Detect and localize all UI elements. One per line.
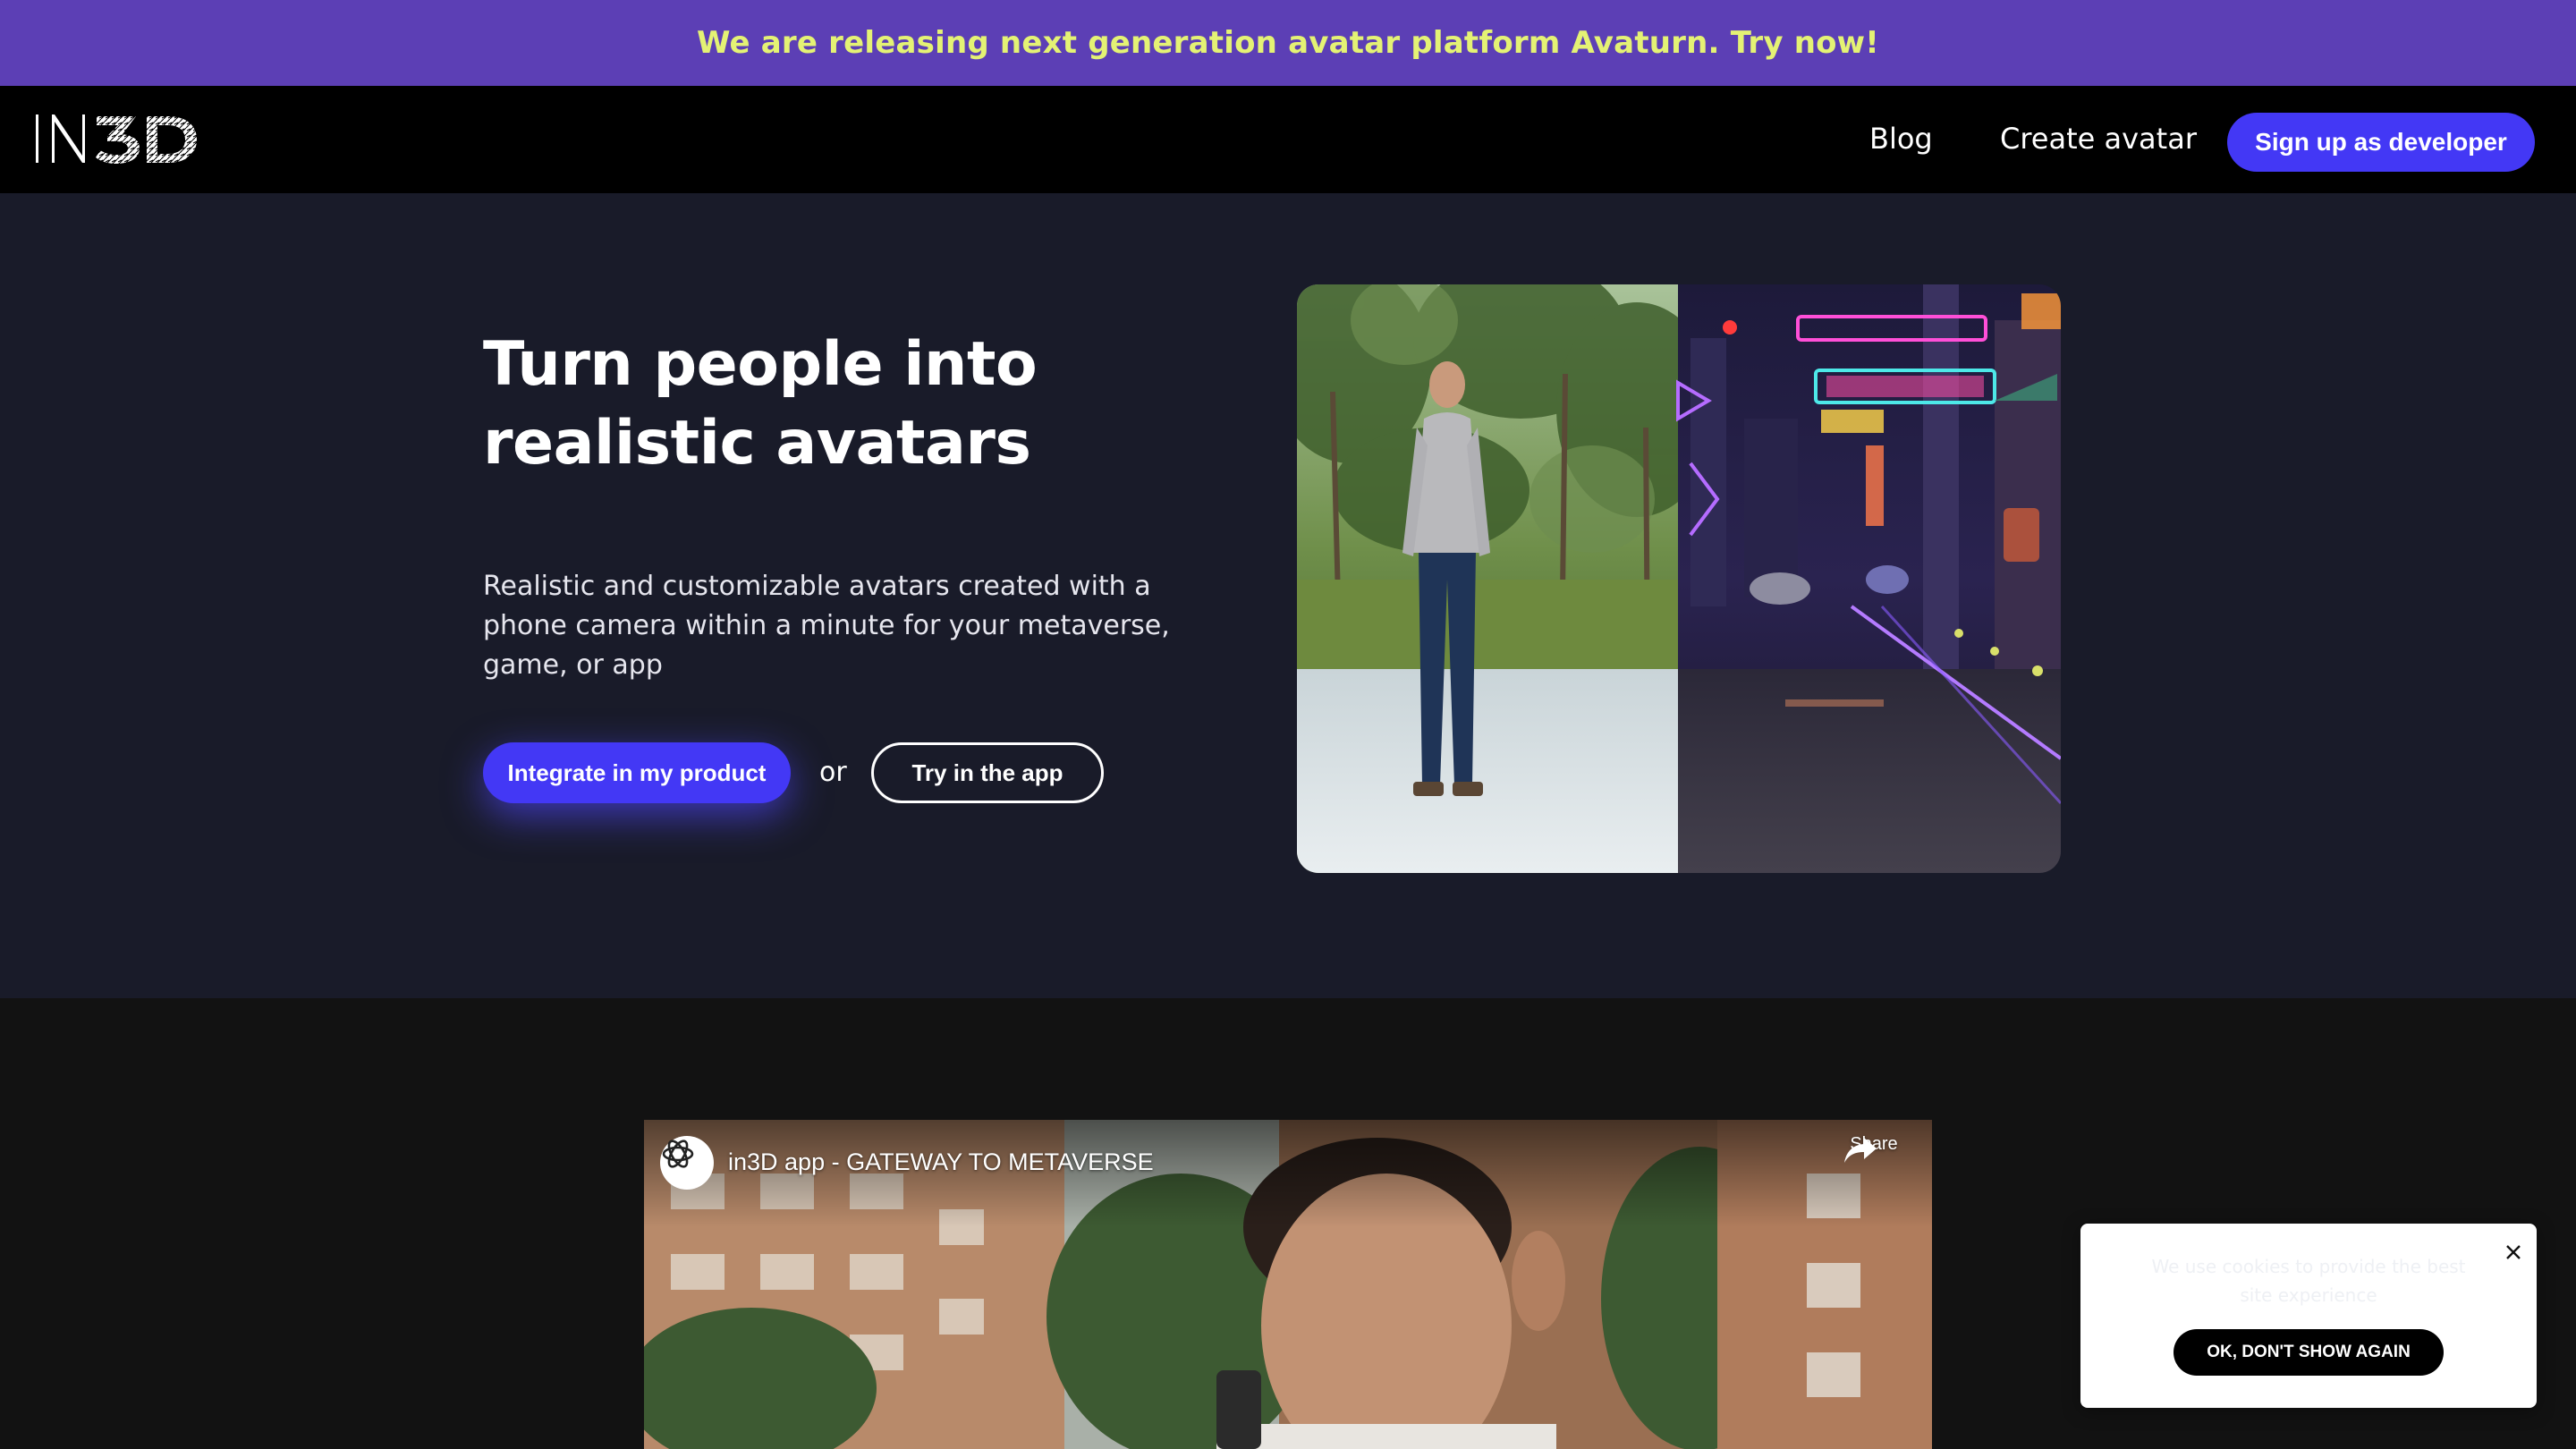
page: We are releasing next generation avatar … [0,0,2576,1449]
announcement-text[interactable]: We are releasing next generation avatar … [697,25,1879,61]
in3d-logo[interactable] [36,113,200,165]
channel-avatar-icon[interactable] [660,1136,714,1190]
or-separator: or [819,757,847,788]
youtube-video-embed[interactable]: in3D app - GATEWAY TO METAVERSE Share [644,1120,1932,1449]
integrate-product-button[interactable]: Integrate in my product [483,742,791,803]
cookie-message: We use cookies to provide the best site … [2151,1256,2466,1306]
hero-avatar-comparison-image [1297,284,2061,873]
announcement-bar[interactable]: We are releasing next generation avatar … [0,0,2576,86]
nav-link-blog[interactable]: Blog [1869,123,1933,155]
try-in-app-button[interactable]: Try in the app [871,742,1104,803]
nav-link-create-avatar[interactable]: Create avatar [2000,123,2197,155]
cookie-consent-banner: We use cookies to provide the best site … [2080,1224,2537,1408]
cookie-accept-button[interactable]: OK, DON'T SHOW AGAIN [2174,1329,2444,1376]
close-icon[interactable] [2501,1240,2526,1265]
video-title[interactable]: in3D app - GATEWAY TO METAVERSE [728,1148,1154,1176]
sign-up-developer-button[interactable]: Sign up as developer [2227,113,2535,172]
hero-subtitle: Realistic and customizable avatars creat… [483,571,1170,681]
top-navigation: Blog Create avatar Sign up as developer [0,86,2576,193]
share-icon [1844,1138,1877,1163]
share-button[interactable]: Share [1843,1134,1905,1163]
hero-section: Turn people into realistic avatars Reali… [0,193,2576,998]
hero-title: Turn people into realistic avatars [483,329,1038,479]
